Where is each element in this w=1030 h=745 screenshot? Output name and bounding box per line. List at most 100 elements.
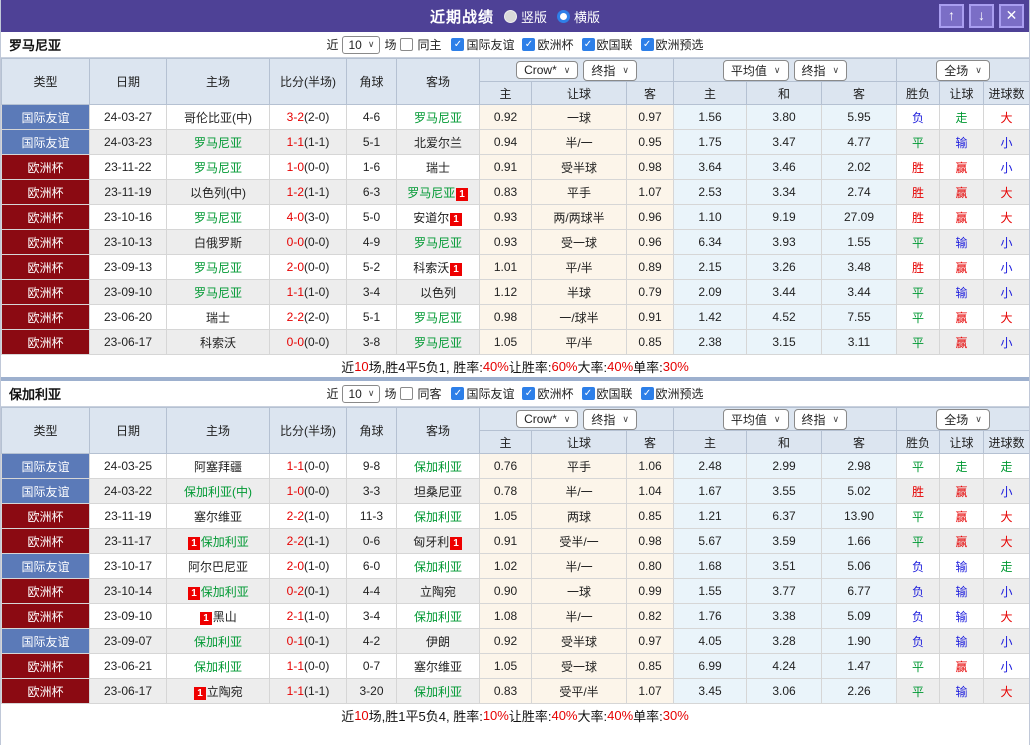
- crow-away-header: 客: [626, 430, 674, 454]
- league-checkbox[interactable]: ✓: [451, 387, 465, 400]
- layout-vertical-option[interactable]: 竖版: [503, 7, 547, 26]
- competition-cell: 欧洲杯: [1, 229, 90, 255]
- same-venue-checkbox[interactable]: [400, 38, 414, 51]
- match-row: 欧洲杯 23-09-10 罗马尼亚 1-1(1-0) 3-4 以色列 1.12 半球 0.79 2…: [1, 279, 1029, 305]
- result-cell: 赢: [939, 179, 985, 205]
- chevron-down-icon: ∨: [773, 413, 781, 424]
- average-odds-cell: 3.28: [746, 628, 822, 654]
- bookmaker-select[interactable]: Crow* ∨: [516, 410, 579, 428]
- fulltime-score: 1-1: [286, 684, 304, 698]
- home-team-name: 保加利亚: [200, 534, 249, 549]
- match-row: 欧洲杯 23-11-19 塞尔维亚 2-2(1-0) 11-3 保加利亚 1.05 两球 0.8…: [1, 503, 1029, 529]
- result-cell: 平: [896, 229, 941, 255]
- bookmaker-odds-cell: 一/球半: [531, 304, 627, 330]
- bookmaker-odds-cell: 0.91: [479, 528, 532, 554]
- radio-selected-icon[interactable]: [557, 9, 570, 23]
- red-card-badge: 1: [450, 212, 462, 226]
- halftime-score: (2-0): [304, 310, 330, 324]
- bookmaker-odds-cell: 0.93: [479, 204, 532, 230]
- close-button[interactable]: ✕: [999, 4, 1024, 28]
- recent-count-select[interactable]: 10 ∨: [342, 384, 381, 403]
- recent-count-select[interactable]: 10 ∨: [342, 35, 381, 54]
- average-odds-cell: 4.77: [820, 129, 898, 155]
- match-row: 欧洲杯 23-06-21 保加利亚 1-1(0-0) 0-7 塞尔维亚 1.05 受一球 0.8…: [1, 653, 1029, 679]
- crow-group-header: Crow* ∨ 终指 ∨: [479, 407, 674, 431]
- away-team-name: 罗马尼亚: [413, 235, 462, 250]
- average-select[interactable]: 平均值 ∨: [722, 59, 789, 81]
- away-team-name: 科索沃: [413, 260, 450, 275]
- fulltime-score: 1-0: [286, 484, 304, 498]
- league-checkbox[interactable]: ✓: [522, 387, 536, 400]
- bookmaker-select[interactable]: Crow* ∨: [516, 61, 579, 79]
- league-checkbox[interactable]: ✓: [640, 38, 654, 51]
- league-checkbox[interactable]: ✓: [581, 387, 595, 400]
- avg-draw-header: 和: [746, 430, 822, 454]
- scope-select[interactable]: 全场 ∨: [936, 59, 990, 81]
- halftime-score: (1-0): [304, 509, 330, 523]
- halftime-score: (1-0): [304, 609, 330, 623]
- result-goals-header: 进球数: [983, 430, 1029, 454]
- bookmaker-odds-cell: 1.07: [626, 678, 674, 704]
- layout-vertical-label[interactable]: 竖版: [521, 7, 547, 26]
- league-checkbox[interactable]: ✓: [581, 38, 595, 51]
- chevron-down-icon: ∨: [975, 413, 982, 424]
- fulltime-score: 2-2: [286, 509, 304, 523]
- scroll-down-button[interactable]: ↓: [969, 4, 994, 28]
- halftime-score: (0-0): [304, 260, 330, 274]
- final-odds-select[interactable]: 终指 ∨: [583, 408, 637, 430]
- away-team-name: 保加利亚: [413, 609, 462, 624]
- same-venue-checkbox[interactable]: [400, 387, 414, 400]
- bookmaker-odds-cell: 0.83: [479, 179, 532, 205]
- league-checkbox[interactable]: ✓: [640, 387, 654, 400]
- corner-cell: 5-0: [346, 204, 397, 230]
- average-odds-cell: 3.55: [746, 478, 822, 504]
- scope-select[interactable]: 全场 ∨: [936, 408, 990, 430]
- crow-handicap-header: 让球: [531, 81, 627, 105]
- final-odds-select[interactable]: 终指 ∨: [583, 59, 637, 81]
- bookmaker-odds-cell: 半/一: [531, 129, 627, 155]
- result-cell: 输: [939, 678, 985, 704]
- red-card-badge: 1: [188, 536, 200, 550]
- away-team-name: 保加利亚: [413, 559, 462, 574]
- league-checkbox[interactable]: ✓: [451, 38, 465, 51]
- score-cell: 0-1(0-1): [269, 628, 347, 654]
- radio-unselected-icon[interactable]: [503, 9, 517, 23]
- final-odds-select-2[interactable]: 终指 ∨: [793, 408, 848, 430]
- date-cell: 24-03-27: [89, 104, 167, 130]
- score-cell: 1-1(0-0): [269, 653, 347, 679]
- scroll-up-button[interactable]: ↑: [939, 4, 964, 28]
- matches-table: 类型 日期 主场 比分(半场) 角球 客场 Crow* ∨ 终指 ∨ 平均值 ∨…: [1, 58, 1029, 355]
- result-cell: 输: [939, 578, 985, 604]
- final-odds-select-2[interactable]: 终指 ∨: [793, 59, 848, 81]
- fulltime-score: 2-0: [286, 260, 304, 274]
- col-score-header: 比分(半场): [269, 58, 347, 105]
- halftime-score: (1-1): [304, 185, 330, 199]
- summary-text: 大率:: [577, 359, 608, 375]
- date-cell: 23-10-14: [89, 578, 167, 604]
- result-cell: 小: [983, 129, 1029, 155]
- bookmaker-odds-cell: 平手: [531, 179, 627, 205]
- average-odds-cell: 13.90: [820, 503, 898, 529]
- score-cell: 4-0(3-0): [269, 204, 347, 230]
- summary-text: 场,胜4平5负1, 胜率:: [368, 359, 483, 375]
- league-checkbox[interactable]: ✓: [522, 38, 536, 51]
- average-odds-cell: 3.45: [673, 678, 747, 704]
- result-wdl-header: 胜负: [896, 430, 941, 454]
- titlebar: 近期战绩 竖版 横版 ↑ ↓ ✕: [1, 0, 1029, 32]
- average-odds-cell: 1.42: [673, 304, 747, 330]
- competition-cell: 国际友谊: [1, 478, 90, 504]
- bookmaker-odds-cell: 受半球: [531, 628, 627, 654]
- summary-text: 60%: [551, 358, 578, 374]
- team-name: 保加利亚: [9, 387, 62, 402]
- avg-home-header: 主: [673, 81, 747, 105]
- home-team-name: 罗马尼亚: [193, 210, 242, 225]
- competition-cell: 国际友谊: [1, 104, 90, 130]
- average-odds-cell: 2.26: [820, 678, 898, 704]
- average-odds-cell: 3.11: [820, 329, 898, 355]
- layout-horizontal-option[interactable]: 横版: [557, 7, 600, 26]
- average-select[interactable]: 平均值 ∨: [722, 408, 789, 430]
- layout-horizontal-label[interactable]: 横版: [574, 7, 600, 26]
- result-cell: 赢: [939, 254, 985, 280]
- home-team-name: 塞尔维亚: [193, 509, 242, 524]
- average-odds-cell: 3.15: [746, 329, 822, 355]
